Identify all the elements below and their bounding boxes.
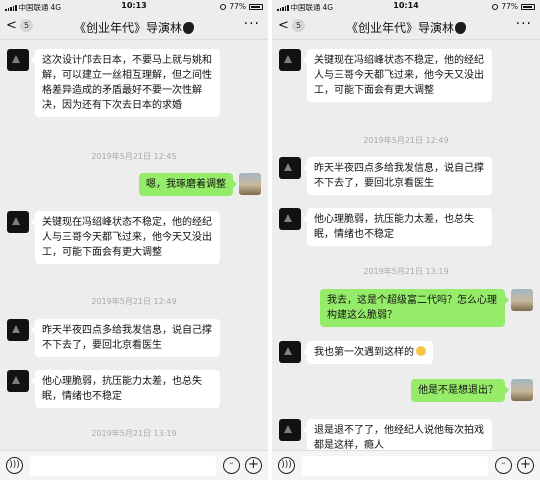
message-list[interactable]: 关键现在冯绍峰状态不稳定，他的经纪人与三哥今天都飞过来，他今天又没出工，可能下面… xyxy=(272,41,540,450)
emoji-icon[interactable]: ᵕ xyxy=(223,457,240,474)
chat-title-text: 《创业年代》导演林 xyxy=(345,21,454,35)
timestamp: 2019年5月21日 13:19 xyxy=(363,267,449,276)
avatar[interactable] xyxy=(7,370,29,392)
message-input[interactable] xyxy=(30,456,216,476)
battery-percent: 77% xyxy=(501,2,518,11)
status-bar: 中国联通 4G 10:14 77% xyxy=(272,0,540,12)
avatar[interactable] xyxy=(279,419,301,441)
chat-header: < 5 《创业年代》导演林 ··· xyxy=(0,12,268,40)
message-list[interactable]: 这次设计邝去日本，不要马上就与姚和解，可以建立一丝相互理解，但之间性格差异造成的… xyxy=(0,41,268,450)
message-bubble-out[interactable]: 我去，这是个超级富二代吗？怎么心理构建这么脆弱？ xyxy=(320,289,509,327)
input-bar: ))) ᵕ + xyxy=(272,450,540,480)
battery-icon xyxy=(249,3,263,10)
message-bubble-in[interactable]: 昨天半夜四点多给我发信息，说自己撑不下去了，要回北京看医生 xyxy=(31,319,220,357)
message-bubble-in[interactable]: 他心理脆弱，抗压能力太差，也总失眠，情绪也不稳定 xyxy=(31,370,220,408)
avatar[interactable] xyxy=(7,49,29,71)
avatar[interactable] xyxy=(511,289,533,311)
avatar[interactable] xyxy=(279,341,301,363)
emoji-icon[interactable]: ᵕ xyxy=(495,457,512,474)
message-bubble-out[interactable]: 嗯，我琢磨着调整 xyxy=(139,173,237,196)
chat-screen-right: 中国联通 4G 10:14 77% < 5 《创业年代》导演林 ··· 关键现在… xyxy=(272,0,540,480)
message-bubble-in[interactable]: 这次设计邝去日本，不要马上就与姚和解，可以建立一丝相互理解，但之间性格差异造成的… xyxy=(31,49,220,117)
input-bar: ))) ᵕ + xyxy=(0,450,268,480)
message-bubble-in[interactable]: 他心理脆弱，抗压能力太差，也总失眠，情绪也不稳定 xyxy=(303,208,492,246)
avatar[interactable] xyxy=(279,49,301,71)
message-bubble-in[interactable]: 昨天半夜四点多给我发信息，说自己撑不下去了，要回北京看医生 xyxy=(303,157,492,195)
voice-icon[interactable]: ))) xyxy=(278,457,295,474)
avatar[interactable] xyxy=(239,173,261,195)
plus-icon[interactable]: + xyxy=(517,457,534,474)
timestamp: 2019年5月21日 12:45 xyxy=(91,152,177,161)
timestamp: 2019年5月21日 12:49 xyxy=(363,136,449,145)
status-right: 77% xyxy=(220,2,263,11)
plus-icon[interactable]: + xyxy=(245,457,262,474)
avatar[interactable] xyxy=(7,211,29,233)
message-input[interactable] xyxy=(302,456,488,476)
avatar[interactable] xyxy=(279,157,301,179)
timestamp: 2019年5月21日 13:19 xyxy=(91,429,177,438)
alarm-icon xyxy=(220,3,227,10)
more-icon[interactable]: ··· xyxy=(516,16,532,32)
avatar[interactable] xyxy=(279,208,301,230)
more-icon[interactable]: ··· xyxy=(244,16,260,32)
status-right: 77% xyxy=(492,2,535,11)
chat-title-text: 《创业年代》导演林 xyxy=(73,21,182,35)
message-bubble-in[interactable]: 关键现在冯绍峰状态不稳定，他的经纪人与三哥今天都飞过来，他今天又没出工，可能下面… xyxy=(31,211,220,264)
alarm-icon xyxy=(492,3,499,10)
message-bubble-in[interactable]: 我也第一次遇到这样的 xyxy=(303,341,433,364)
chat-title: 《创业年代》导演林 xyxy=(272,19,540,36)
battery-percent: 77% xyxy=(229,2,246,11)
blush-emoji-icon xyxy=(416,346,426,356)
message-bubble-in[interactable]: 退是退不了了，他经纪人说他每次拍戏都是这样，瘾人 xyxy=(303,419,492,450)
chat-header: < 5 《创业年代》导演林 ··· xyxy=(272,12,540,40)
avatar[interactable] xyxy=(7,319,29,341)
chat-screen-left: 中国联通 4G 10:13 77% < 5 《创业年代》导演林 ··· 这次设计… xyxy=(0,0,268,480)
status-bar: 中国联通 4G 10:13 77% xyxy=(0,0,268,12)
redaction-mark xyxy=(183,22,194,34)
battery-icon xyxy=(521,3,535,10)
timestamp: 2019年5月21日 12:49 xyxy=(91,297,177,306)
chat-title: 《创业年代》导演林 xyxy=(0,19,268,36)
voice-icon[interactable]: ))) xyxy=(6,457,23,474)
message-bubble-in[interactable]: 关键现在冯绍峰状态不稳定，他的经纪人与三哥今天都飞过来，他今天又没出工，可能下面… xyxy=(303,49,492,102)
message-text: 我也第一次遇到这样的 xyxy=(314,347,414,358)
message-bubble-out[interactable]: 他是不是想退出？ xyxy=(411,379,509,402)
redaction-mark xyxy=(455,22,466,34)
avatar[interactable] xyxy=(511,379,533,401)
